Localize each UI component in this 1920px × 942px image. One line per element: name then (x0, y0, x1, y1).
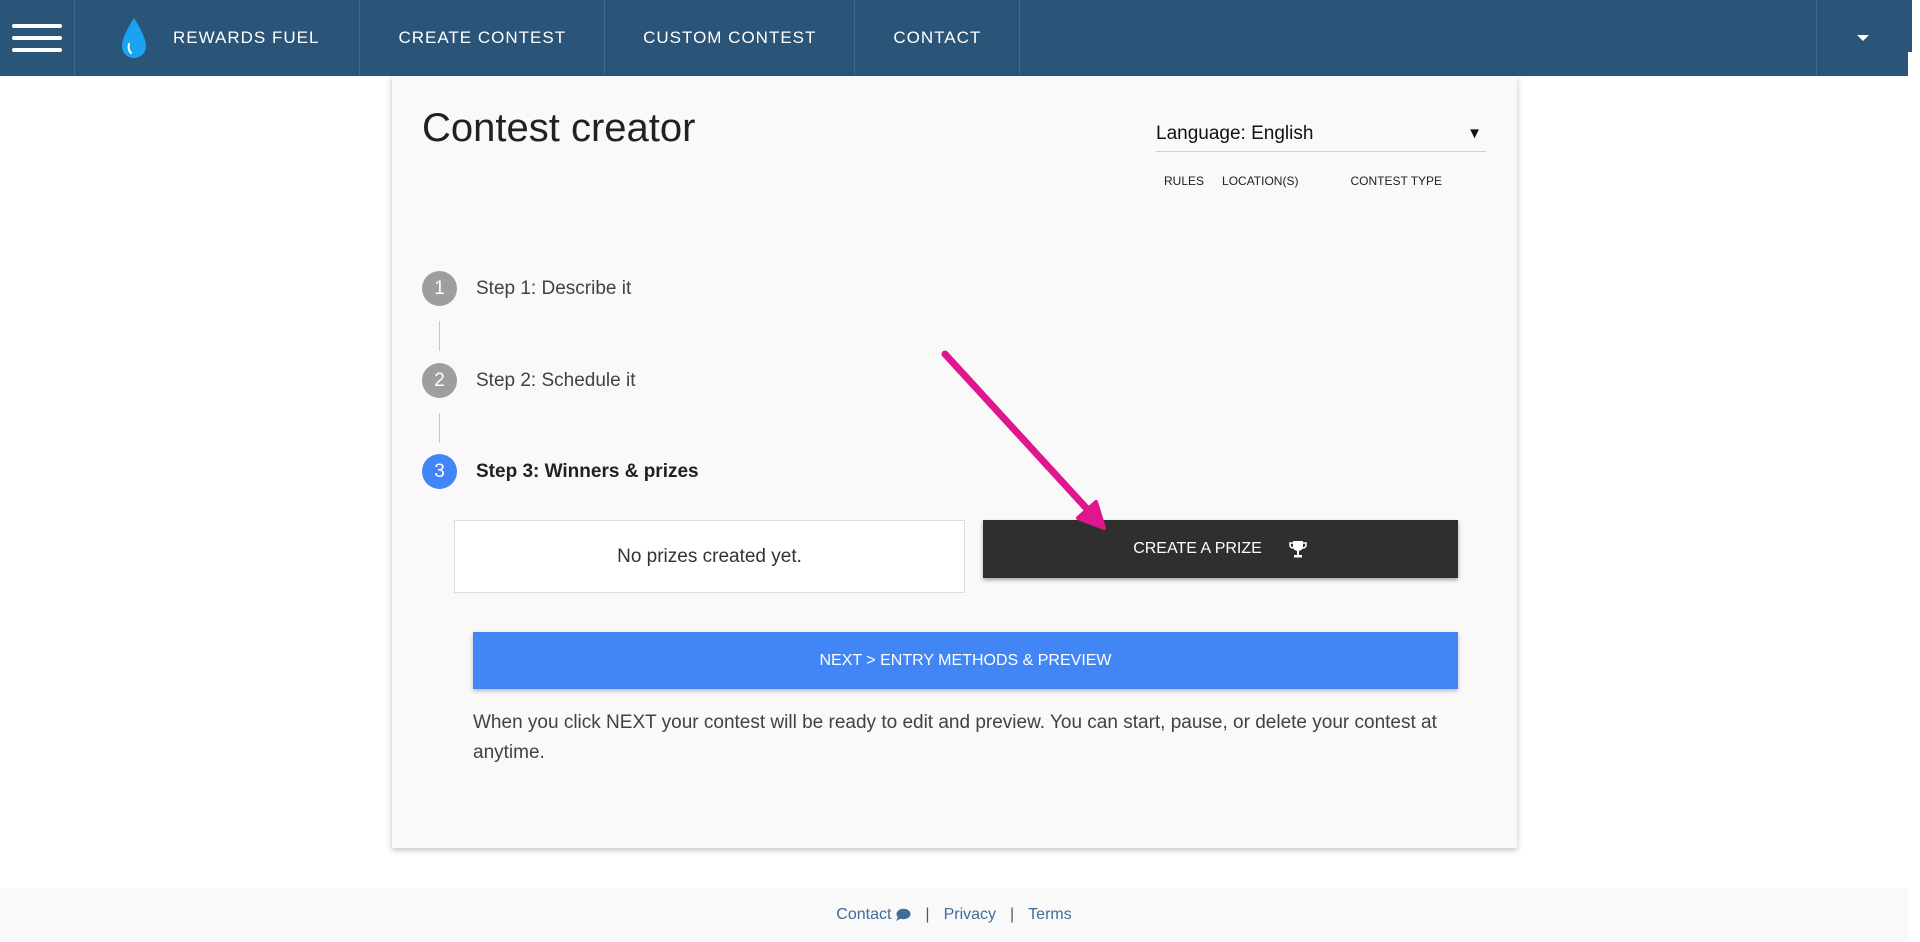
step-label[interactable]: Step 2: Schedule it (476, 370, 636, 392)
nav-custom-contest[interactable]: CUSTOM CONTEST (605, 0, 856, 76)
settings-tabs: RULES LOCATION(S) CONTEST TYPE (1164, 174, 1442, 188)
caret-down-icon (1856, 35, 1869, 41)
step-connector (439, 321, 440, 351)
brand-link[interactable]: REWARDS FUEL (75, 0, 361, 76)
help-text: When you click NEXT your contest will be… (473, 712, 1437, 763)
step-2[interactable]: 2 Step 2: Schedule it (422, 363, 636, 398)
step-3[interactable]: 3 Step 3: Winners & prizes (422, 454, 699, 489)
language-value: Language: English (1156, 122, 1314, 144)
language-select[interactable]: Language: English ▼ (1156, 116, 1486, 152)
tab-rules[interactable]: RULES (1164, 174, 1204, 188)
prizes-empty-state: No prizes created yet. (454, 520, 965, 593)
step-1[interactable]: 1 Step 1: Describe it (422, 271, 631, 306)
step-number: 1 (422, 271, 457, 306)
brand-label: REWARDS FUEL (173, 28, 320, 47)
page-title: Contest creator (422, 106, 696, 150)
step-number: 3 (422, 454, 457, 489)
step-connector (439, 413, 440, 443)
nav-create-contest[interactable]: CREATE CONTEST (360, 0, 606, 76)
account-dropdown[interactable] (1816, 0, 1908, 76)
scrollbar-thumb[interactable] (1908, 0, 1912, 52)
water-drop-icon (122, 18, 146, 58)
trophy-icon (1289, 541, 1307, 558)
scrollbar-track[interactable] (1908, 0, 1920, 942)
footer-contact-link[interactable]: Contact (836, 906, 911, 924)
footer-contact-label: Contact (836, 906, 892, 923)
footer-terms-link[interactable]: Terms (1028, 906, 1072, 924)
footer: Contact | Privacy | Terms (0, 888, 1908, 942)
top-navbar: REWARDS FUEL CREATE CONTEST CUSTOM CONTE… (0, 0, 1908, 76)
create-prize-button[interactable]: CREATE A PRIZE (983, 520, 1458, 578)
step-label[interactable]: Step 1: Describe it (476, 278, 631, 300)
nav-contact[interactable]: CONTACT (855, 0, 1021, 76)
footer-separator: | (925, 906, 930, 923)
tab-contest-type[interactable]: CONTEST TYPE (1350, 174, 1442, 188)
contest-creator-card: Contest creator Language: English ▼ RULE… (392, 76, 1517, 848)
chat-bubble-icon (896, 908, 911, 921)
menu-icon[interactable] (0, 0, 75, 76)
language-caret-icon: ▼ (1467, 125, 1482, 142)
step-number: 2 (422, 363, 457, 398)
footer-privacy-link[interactable]: Privacy (944, 906, 996, 924)
footer-separator: | (1010, 906, 1015, 923)
next-button[interactable]: NEXT > ENTRY METHODS & PREVIEW (473, 632, 1458, 689)
create-prize-label: CREATE A PRIZE (1133, 540, 1262, 557)
tab-locations[interactable]: LOCATION(S) (1222, 174, 1298, 188)
step-label[interactable]: Step 3: Winners & prizes (476, 461, 699, 483)
